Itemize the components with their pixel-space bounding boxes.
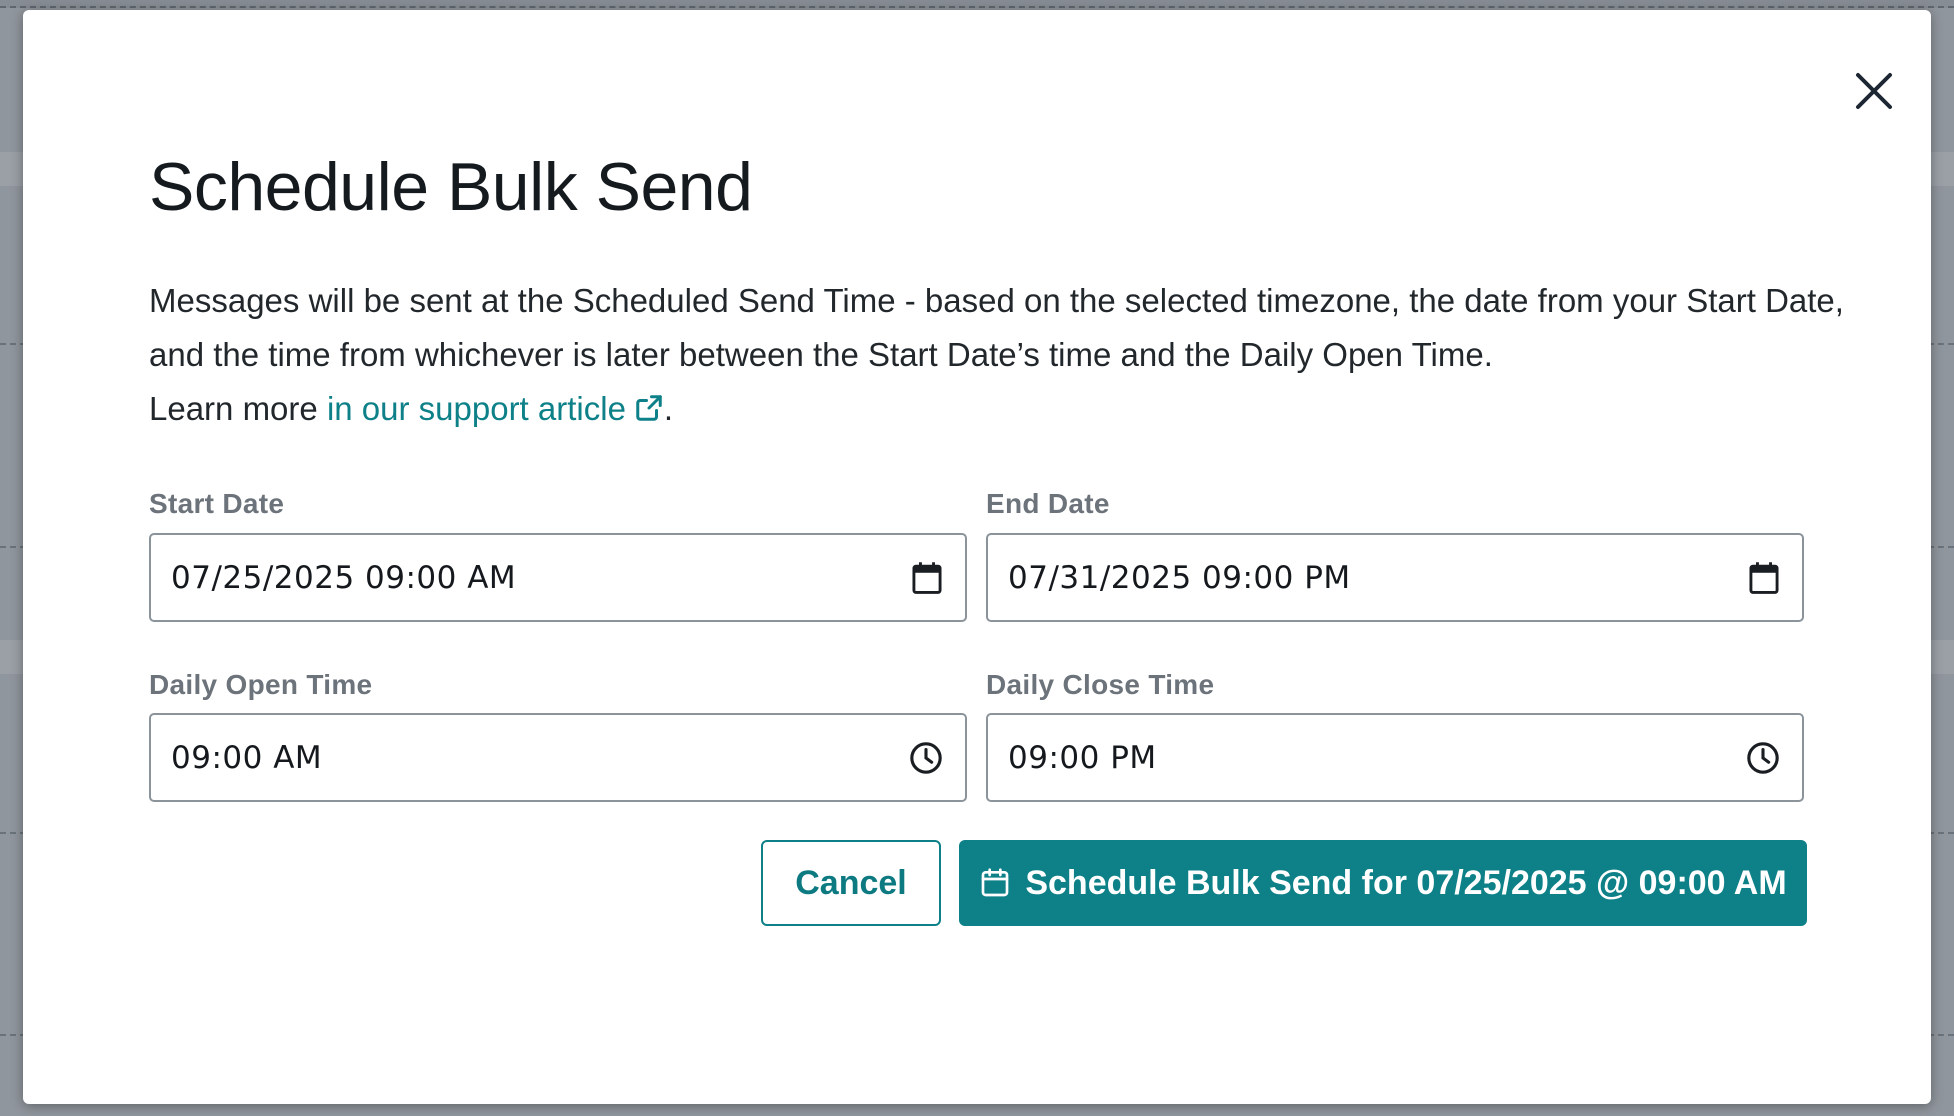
calendar-icon[interactable]	[1748, 561, 1780, 595]
close-icon	[1856, 73, 1892, 109]
daily-close-time-field[interactable]: 09:00 PM	[986, 713, 1804, 802]
learn-more-prefix: Learn more	[149, 390, 327, 427]
daily-open-time-field[interactable]: 09:00 AM	[149, 713, 967, 802]
modal-title: Schedule Bulk Send	[149, 149, 753, 225]
daily-close-time-value: 09:00 PM	[1008, 739, 1157, 776]
external-link-icon	[636, 395, 662, 421]
start-date-label: Start Date	[149, 488, 285, 519]
schedule-button-label: Schedule Bulk Send for 07/25/2025 @ 09:0…	[1025, 863, 1787, 902]
schedule-bulk-send-modal: Schedule Bulk Send Messages will be sent…	[23, 10, 1931, 1104]
calendar-icon[interactable]	[911, 561, 943, 595]
description-text: Messages will be sent at the Scheduled S…	[149, 282, 1844, 373]
end-date-value: 07/31/2025 09:00 PM	[1008, 559, 1351, 596]
backdrop-top-border	[0, 0, 1954, 8]
modal-description: Messages will be sent at the Scheduled S…	[149, 274, 1849, 436]
daily-open-time-label: Daily Open Time	[149, 669, 373, 700]
support-link-text: in our support article	[326, 390, 626, 427]
daily-close-time-label: Daily Close Time	[986, 669, 1215, 700]
calendar-icon	[982, 868, 1009, 897]
close-button[interactable]	[1851, 68, 1897, 114]
end-date-field[interactable]: 07/31/2025 09:00 PM	[986, 533, 1804, 622]
cancel-button[interactable]: Cancel	[761, 840, 941, 926]
start-date-value: 07/25/2025 09:00 AM	[171, 559, 517, 596]
learn-more-suffix: .	[663, 390, 674, 427]
clock-icon[interactable]	[909, 741, 943, 775]
clock-icon[interactable]	[1746, 741, 1780, 775]
support-article-link[interactable]: in our support article	[327, 390, 664, 427]
start-date-field[interactable]: 07/25/2025 09:00 AM	[149, 533, 967, 622]
daily-open-time-value: 09:00 AM	[171, 739, 323, 776]
schedule-bulk-send-button[interactable]: Schedule Bulk Send for 07/25/2025 @ 09:0…	[959, 840, 1807, 926]
cancel-button-label: Cancel	[795, 863, 907, 902]
end-date-label: End Date	[986, 488, 1110, 519]
